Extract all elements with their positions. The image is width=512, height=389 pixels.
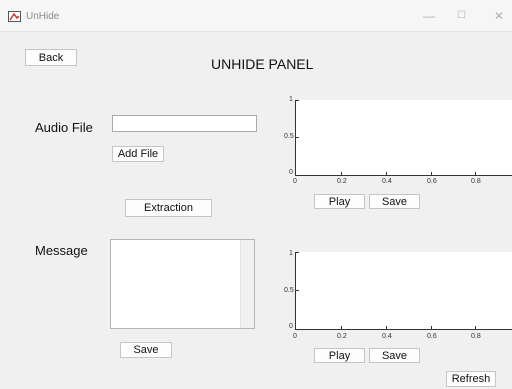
plot-2-ytick: [296, 252, 299, 253]
plot-2-xtick-label: 0.6: [427, 333, 437, 340]
plot-1-area: [296, 100, 512, 175]
window-titlebar: UnHide — ☐ ✕: [0, 0, 512, 32]
plot-2-xtick-label: 0.4: [382, 333, 392, 340]
panel-title: UNHIDE PANEL: [211, 56, 314, 72]
plot-1-xtick-label: 0.4: [382, 178, 392, 185]
add-file-button[interactable]: Add File: [112, 146, 164, 162]
plot-2-save-button[interactable]: Save: [369, 348, 420, 363]
plot-1-xtick: [475, 172, 476, 175]
plot-1-x-axis: [295, 175, 512, 176]
plot-2-ytick-label: 0: [289, 323, 293, 330]
plot-2-x-axis: [295, 329, 512, 330]
plot-1-play-button[interactable]: Play: [314, 194, 365, 209]
plot-1-xtick: [386, 172, 387, 175]
refresh-button[interactable]: Refresh: [446, 371, 496, 387]
plot-2-xtick: [431, 326, 432, 329]
plot-2-xtick-label: 0.2: [337, 333, 347, 340]
plot-2-ytick: [296, 290, 299, 291]
plot-2-xtick: [475, 326, 476, 329]
plot-2-play-button[interactable]: Play: [314, 348, 365, 363]
plot-1-save-button[interactable]: Save: [369, 194, 420, 209]
minimize-icon[interactable]: —: [423, 9, 435, 23]
audio-file-label: Audio File: [35, 120, 93, 135]
plot-1-ytick: [296, 100, 299, 101]
plot-1-xtick: [341, 172, 342, 175]
plot-2-area: [296, 252, 512, 329]
plot-1-ytick-label: 0.5: [284, 133, 294, 140]
message-textarea[interactable]: [110, 239, 255, 329]
plot-2-xtick-label: 0.8: [471, 333, 481, 340]
plot-1-xtick-label: 0.2: [337, 178, 347, 185]
app-icon: [8, 11, 21, 22]
plot-1-xtick-label: 0.6: [427, 178, 437, 185]
extraction-button[interactable]: Extraction: [125, 199, 212, 217]
plot-2-ytick-label: 0.5: [284, 287, 294, 294]
message-save-button[interactable]: Save: [120, 342, 172, 358]
message-label: Message: [35, 243, 88, 258]
plot-2-xtick: [386, 326, 387, 329]
maximize-icon[interactable]: ☐: [457, 9, 466, 23]
audio-file-input[interactable]: [112, 115, 257, 132]
plot-1-xtick: [431, 172, 432, 175]
plot-1-ytick-label: 1: [289, 96, 293, 103]
plot-2-xtick-label: 0: [293, 333, 297, 340]
plot-1-ytick-label: 0: [289, 169, 293, 176]
plot-1-ytick: [296, 137, 299, 138]
message-scrollbar[interactable]: [240, 240, 254, 328]
plot-1-xtick-label: 0: [293, 178, 297, 185]
plot-2-xtick: [341, 326, 342, 329]
close-icon[interactable]: ✕: [494, 9, 504, 23]
plot-2-ytick-label: 1: [289, 250, 293, 257]
plot-1-xtick-label: 0.8: [471, 178, 481, 185]
window-title: UnHide: [26, 11, 60, 22]
back-button[interactable]: Back: [25, 49, 77, 66]
